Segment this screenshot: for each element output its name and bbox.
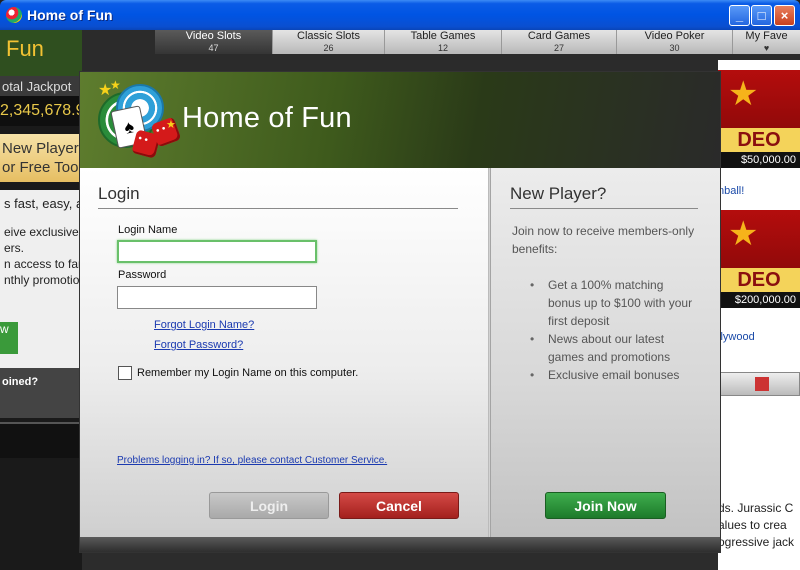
bg-desc-line: ogressive jack	[718, 535, 795, 549]
problems-logging-in-link[interactable]: Problems logging in? If so, please conta…	[117, 455, 387, 466]
tab-my-favorites[interactable]: My Fave ♥	[733, 30, 800, 54]
star-icon: ★	[728, 75, 759, 113]
login-dialog: ♠ ★ ★ ★ Home of Fun Login Login Name Pas…	[80, 72, 720, 552]
new-player-heading: New Player?	[510, 184, 607, 203]
slot-link[interactable]: nball!	[718, 185, 800, 197]
app-icon	[6, 7, 22, 23]
slot-game-tile[interactable]: ★ DEO SLO $200,000.00	[718, 210, 800, 308]
join-now-button[interactable]: Join Now	[545, 492, 666, 519]
password-label: Password	[118, 269, 167, 281]
slot-title: DEO SLO	[718, 128, 800, 168]
dialog-title: Home of Fun	[182, 102, 352, 134]
tab-count: 26	[323, 43, 334, 53]
window-title: Home of Fun	[27, 7, 113, 23]
bg-jackpot-value: 2,345,678.9	[0, 96, 82, 126]
login-heading-rule	[98, 208, 458, 209]
dialog-header: ♠ ★ ★ ★ Home of Fun	[80, 72, 720, 168]
close-button[interactable]: ×	[774, 5, 795, 26]
bg-jackpot-label: otal Jackpot	[0, 76, 82, 96]
password-input[interactable]	[117, 286, 317, 309]
tab-table-games[interactable]: Table Games 12	[385, 30, 502, 54]
bg-left-column: Fun otal Jackpot 2,345,678.9 New Player?…	[0, 30, 82, 570]
star-icon: ★	[728, 215, 759, 253]
slot-jackpot: $50,000.00	[718, 152, 800, 168]
minimize-button[interactable]: _	[729, 5, 750, 26]
window-titlebar: Home of Fun _ □ ×	[0, 0, 800, 30]
new-player-heading-rule	[510, 208, 698, 209]
tab-card-games[interactable]: Card Games 27	[502, 30, 617, 54]
star-icon: ★	[110, 78, 121, 92]
bg-new-player-banner[interactable]: New Player? or Free Too	[0, 134, 82, 182]
tab-label: Video Poker	[644, 30, 705, 42]
bg-promo-line: s fast, easy, a	[4, 196, 82, 211]
play-icon	[755, 377, 769, 391]
slot-game-tile[interactable]: ★ DEO SLO $50,000.00	[718, 70, 800, 168]
slot-title: DEO SLO	[718, 268, 800, 308]
bg-new-player-line1: New Player?	[2, 140, 82, 157]
cancel-button[interactable]: Cancel	[339, 492, 459, 519]
tab-label: My Fave	[745, 30, 788, 42]
bg-desc-line: alues to crea	[718, 518, 787, 532]
bg-scroll-bar[interactable]	[718, 372, 800, 396]
bg-green-button[interactable]: w	[0, 322, 18, 354]
forgot-password-link[interactable]: Forgot Password?	[154, 339, 243, 351]
dialog-footer	[80, 537, 720, 552]
tab-count: 47	[208, 43, 219, 53]
bg-promo-line: ers.	[4, 241, 25, 255]
bg-desc-line: ds. Jurassic C	[718, 501, 794, 515]
forgot-login-name-link[interactable]: Forgot Login Name?	[154, 319, 254, 331]
bg-promo-line: eive exclusive	[4, 225, 79, 239]
benefit-item: Exclusive email bonuses	[528, 366, 698, 384]
remember-login-label[interactable]: Remember my Login Name on this computer.	[137, 367, 358, 379]
tab-count: 30	[669, 43, 680, 53]
tab-label: Table Games	[410, 30, 476, 42]
bg-right-column: ★ DEO SLO $50,000.00 nball! ★ DEO SLO $2…	[718, 60, 800, 570]
tab-classic-slots[interactable]: Classic Slots 26	[273, 30, 385, 54]
tab-video-poker[interactable]: Video Poker 30	[617, 30, 733, 54]
tab-label: Classic Slots	[297, 30, 360, 42]
bg-promo-line: nthly promotio	[4, 273, 80, 287]
star-icon: ★	[166, 119, 176, 131]
login-heading: Login	[98, 184, 140, 203]
bg-decoration	[0, 422, 82, 458]
login-name-input[interactable]	[117, 240, 317, 263]
bg-promo-line: n access to fan	[4, 257, 82, 271]
tab-video-slots[interactable]: Video Slots 47	[155, 30, 273, 54]
benefit-item: Get a 100% matching bonus up to $100 wit…	[528, 276, 698, 330]
tab-count: 27	[553, 43, 564, 53]
login-name-label: Login Name	[118, 224, 178, 236]
benefit-item: News about our latest games and promotio…	[528, 330, 698, 366]
login-button[interactable]: Login	[209, 492, 329, 519]
benefits-list: Get a 100% matching bonus up to $100 wit…	[528, 276, 698, 384]
slot-link[interactable]: llywood	[718, 331, 800, 343]
tab-label: Card Games	[527, 30, 591, 42]
maximize-button[interactable]: □	[751, 5, 772, 26]
tab-count: 12	[437, 43, 448, 53]
new-player-intro: Join now to receive members-only benefit…	[512, 224, 695, 256]
remember-login-checkbox[interactable]	[118, 366, 132, 380]
slot-jackpot: $200,000.00	[718, 292, 800, 308]
tab-label: Video Slots	[185, 30, 242, 42]
bg-brand: Fun	[0, 30, 82, 76]
home-of-fun-logo: ♠ ★ ★ ★	[96, 78, 182, 162]
heart-icon: ♥	[763, 43, 770, 53]
bg-joined-text: oined?	[0, 368, 82, 418]
bg-description: ds. Jurassic C alues to crea ogressive j…	[718, 500, 800, 551]
bg-bottom-strip	[82, 552, 718, 570]
bg-new-player-line2: or Free Too	[2, 159, 79, 176]
bg-category-tabs: Video Slots 47 Classic Slots 26 Table Ga…	[155, 30, 800, 54]
